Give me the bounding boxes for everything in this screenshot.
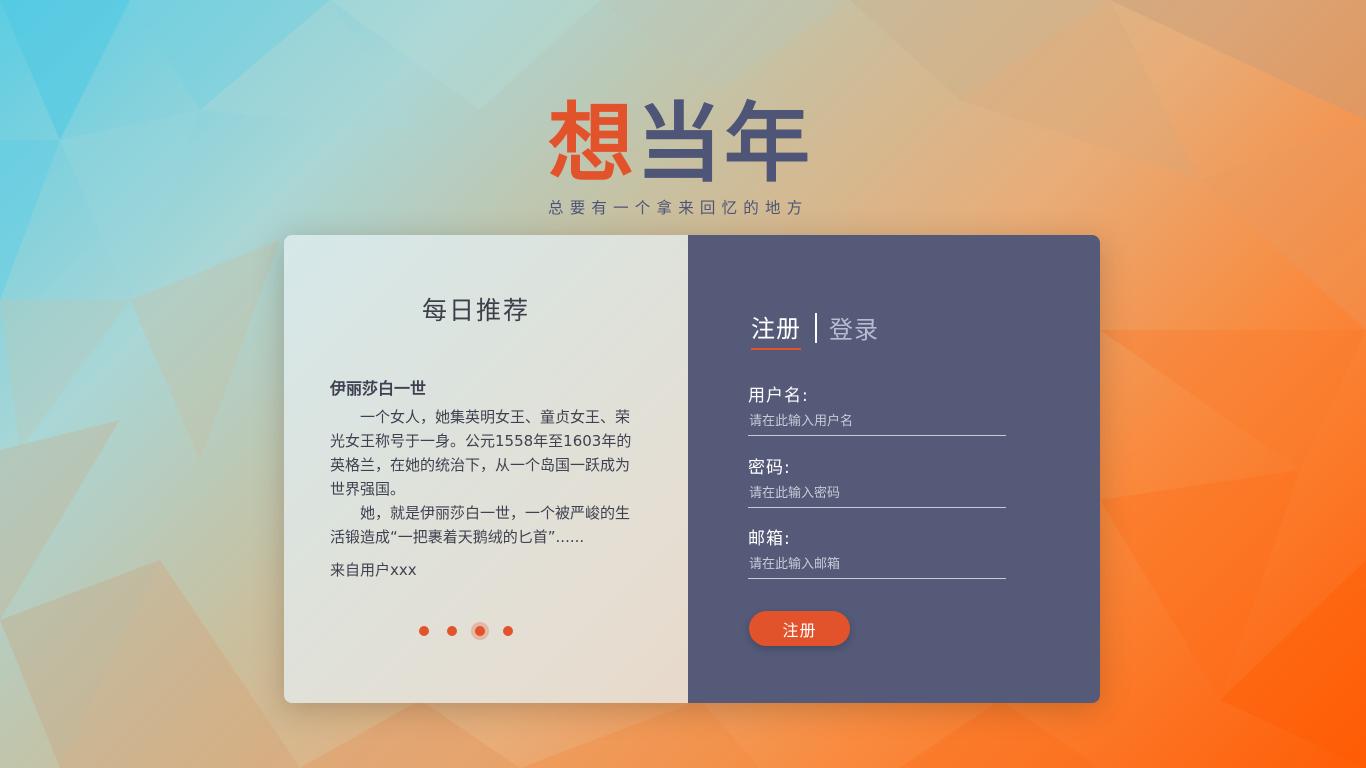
- brand-logo: 想 当年 总要有一个拿来回忆的地方: [548, 96, 818, 218]
- tab-register[interactable]: 注册: [751, 309, 801, 350]
- tab-login[interactable]: 登录: [829, 310, 879, 349]
- password-input[interactable]: [748, 482, 1006, 508]
- main-card: 每日推荐 伊丽莎白一世 一个女人，她集英明女王、童贞女王、荣光女王称号于一身。公…: [284, 235, 1100, 703]
- brand-subtitle: 总要有一个拿来回忆的地方: [548, 199, 809, 217]
- carousel-dots: [419, 626, 513, 636]
- recommend-content: 伊丽莎白一世 一个女人，她集英明女王、童贞女王、荣光女王称号于一身。公元1558…: [330, 375, 640, 580]
- email-field: 邮箱:: [748, 524, 1006, 579]
- username-label: 用户名:: [748, 386, 809, 406]
- carousel-dot[interactable]: [447, 626, 457, 636]
- brand-title-first: 想: [548, 94, 636, 194]
- brand-title-rest: 当年: [636, 94, 812, 194]
- email-label: 邮箱:: [748, 529, 791, 549]
- recommend-source: 来自用户xxx: [330, 561, 417, 579]
- auth-tabs: 注册 登录: [751, 309, 879, 350]
- password-field: 密码:: [748, 453, 1006, 508]
- daily-recommend-panel: 每日推荐 伊丽莎白一世 一个女人，她集英明女王、童贞女王、荣光女王称号于一身。公…: [284, 235, 688, 703]
- carousel-dot-active[interactable]: [475, 626, 485, 636]
- password-label: 密码:: [748, 458, 791, 478]
- carousel-dot[interactable]: [419, 626, 429, 636]
- recommend-paragraph: 她，就是伊丽莎白一世，一个被严峻的生活锻造成“一把裹着天鹅绒的匕首”......: [330, 504, 631, 546]
- email-input[interactable]: [748, 553, 1006, 579]
- register-button[interactable]: 注册: [749, 611, 850, 646]
- username-input[interactable]: [748, 410, 1006, 436]
- carousel-dot[interactable]: [503, 626, 513, 636]
- brand-title: 想 当年: [548, 96, 818, 192]
- auth-panel: 注册 登录 用户名: 密码: 邮箱: 注册: [688, 235, 1100, 703]
- username-field: 用户名:: [748, 381, 1006, 436]
- recommend-title: 每日推荐: [421, 296, 530, 325]
- tab-divider: [815, 312, 817, 343]
- recommend-book-title: 伊丽莎白一世: [330, 379, 427, 398]
- recommend-paragraph: 一个女人，她集英明女王、童贞女王、荣光女王称号于一身。公元1558年至1603年…: [330, 408, 632, 498]
